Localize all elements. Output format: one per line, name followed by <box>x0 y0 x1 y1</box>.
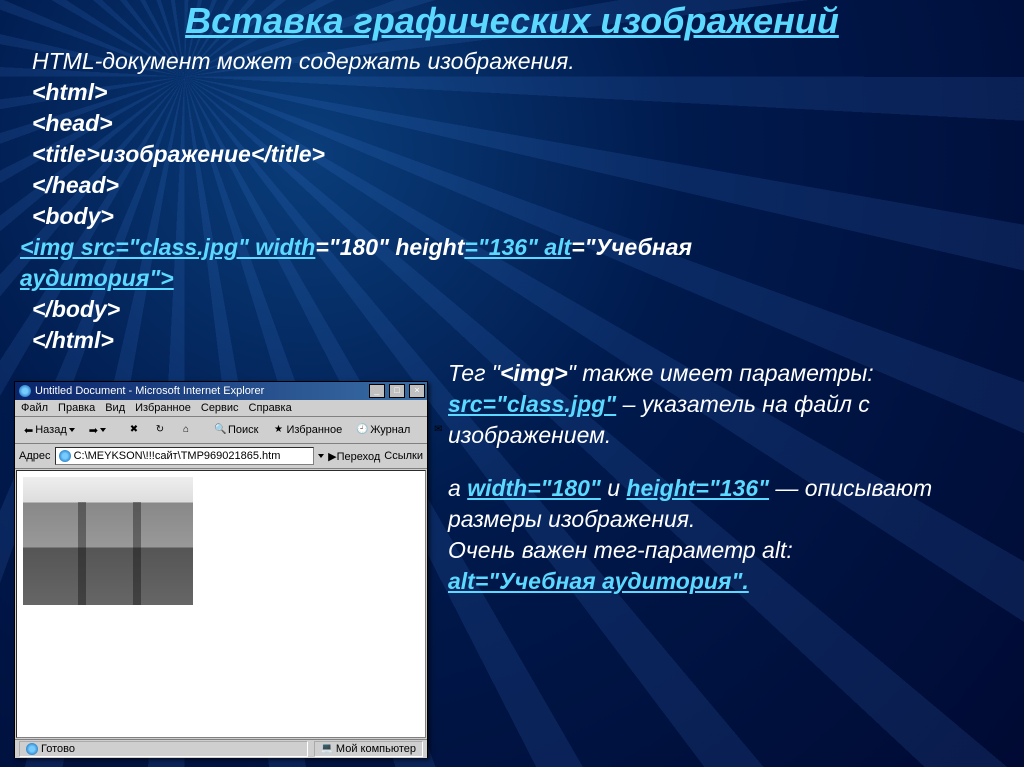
status-zone: 💻 Мой компьютер <box>314 741 423 757</box>
para-2: а width="180" и height="136" — описывают… <box>448 473 1008 535</box>
menu-file[interactable]: Файл <box>21 402 48 414</box>
code-line-img: <img src="class.jpg" width="180" height=… <box>20 232 1004 263</box>
code-block: HTML-документ может содержать изображени… <box>20 46 1004 356</box>
computer-icon: 💻 <box>321 743 333 755</box>
code-plain: ="180" height <box>315 234 464 260</box>
search-button[interactable]: 🔍Поиск <box>209 422 263 438</box>
menu-help[interactable]: Справка <box>249 402 292 414</box>
status-ready: Готово <box>19 741 308 757</box>
explanation: Тег "<img>" также имеет параметры: src="… <box>448 358 1008 597</box>
forward-button[interactable]: ➡ <box>84 422 111 439</box>
window-title: Untitled Document - Microsoft Internet E… <box>35 385 264 397</box>
para-1: Тег "<img>" также имеет параметры: src="… <box>448 358 1008 451</box>
code-line: </html> <box>32 325 1004 356</box>
menu-edit[interactable]: Правка <box>58 402 95 414</box>
home-icon: ⌂ <box>180 424 192 436</box>
toolbar: ⬅ Назад ➡ ✖ ↻ ⌂ 🔍Поиск ★Избранное 🕘Журна… <box>15 417 427 444</box>
statusbar: Готово 💻 Мой компьютер <box>15 739 427 758</box>
addressbar: Адрес C:\MEYKSON\!!!сайт\TMP969021865.ht… <box>15 444 427 469</box>
favorites-button[interactable]: ★Избранное <box>267 422 347 438</box>
viewport <box>16 470 426 738</box>
clock-icon: 🕘 <box>356 424 368 436</box>
img-tag-name: <img> <box>500 360 568 386</box>
intro-text: HTML-документ может содержать изображени… <box>32 46 1004 77</box>
stop-icon: ✖ <box>128 424 140 436</box>
links-label[interactable]: Ссылки <box>384 450 423 462</box>
code-plain: ="Учебная <box>571 234 692 260</box>
width-param: width="180" <box>467 475 601 501</box>
mail-button[interactable]: ✉ <box>427 422 449 438</box>
menu-favorites[interactable]: Избранное <box>135 402 191 414</box>
back-button[interactable]: ⬅ Назад <box>19 422 80 439</box>
code-line: </head> <box>32 170 1004 201</box>
page-icon <box>59 450 71 462</box>
browser-window: Untitled Document - Microsoft Internet E… <box>14 381 428 758</box>
code-line: <body> <box>32 201 1004 232</box>
code-line-img2: аудитория"> <box>20 263 1004 294</box>
mail-icon: ✉ <box>432 424 444 436</box>
address-input[interactable]: C:\MEYKSON\!!!сайт\TMP969021865.htm <box>55 447 315 465</box>
src-param: src="class.jpg" <box>448 391 616 417</box>
code-line: <html> <box>32 77 1004 108</box>
img-tag-end: аудитория"> <box>20 265 174 291</box>
stop-button[interactable]: ✖ <box>123 422 145 438</box>
titlebar: Untitled Document - Microsoft Internet E… <box>15 382 427 400</box>
maximize-button[interactable]: □ <box>389 384 405 398</box>
code-line: <title>изображение</title> <box>32 139 1004 170</box>
page-title: Вставка графических изображений <box>20 0 1004 42</box>
menu-view[interactable]: Вид <box>105 402 125 414</box>
classroom-image <box>23 477 193 605</box>
code-line: <head> <box>32 108 1004 139</box>
address-dropdown-icon[interactable] <box>318 454 324 458</box>
go-button[interactable]: ▶Переход <box>328 450 380 463</box>
menu-tools[interactable]: Сервис <box>201 402 239 414</box>
alt-param: alt="Учебная аудитория". <box>448 568 749 594</box>
ie-icon <box>19 385 31 397</box>
refresh-button[interactable]: ↻ <box>149 422 171 438</box>
address-label: Адрес <box>19 450 51 462</box>
star-icon: ★ <box>272 424 284 436</box>
ie-icon <box>26 743 38 755</box>
menubar: Файл Правка Вид Избранное Сервис Справка <box>15 400 427 417</box>
para-3: Очень важен тег-параметр alt: alt="Учебн… <box>448 535 1008 597</box>
code-line: </body> <box>32 294 1004 325</box>
refresh-icon: ↻ <box>154 424 166 436</box>
search-icon: 🔍 <box>214 424 226 436</box>
history-button[interactable]: 🕘Журнал <box>351 422 415 438</box>
home-button[interactable]: ⌂ <box>175 422 197 438</box>
img-tag-height: ="136" alt <box>464 234 571 260</box>
height-param: height="136" <box>626 475 769 501</box>
minimize-button[interactable]: _ <box>369 384 385 398</box>
img-tag-src: <img src="class.jpg" width <box>20 234 315 260</box>
close-button[interactable]: × <box>409 384 425 398</box>
address-value: C:\MEYKSON\!!!сайт\TMP969021865.htm <box>74 450 281 462</box>
